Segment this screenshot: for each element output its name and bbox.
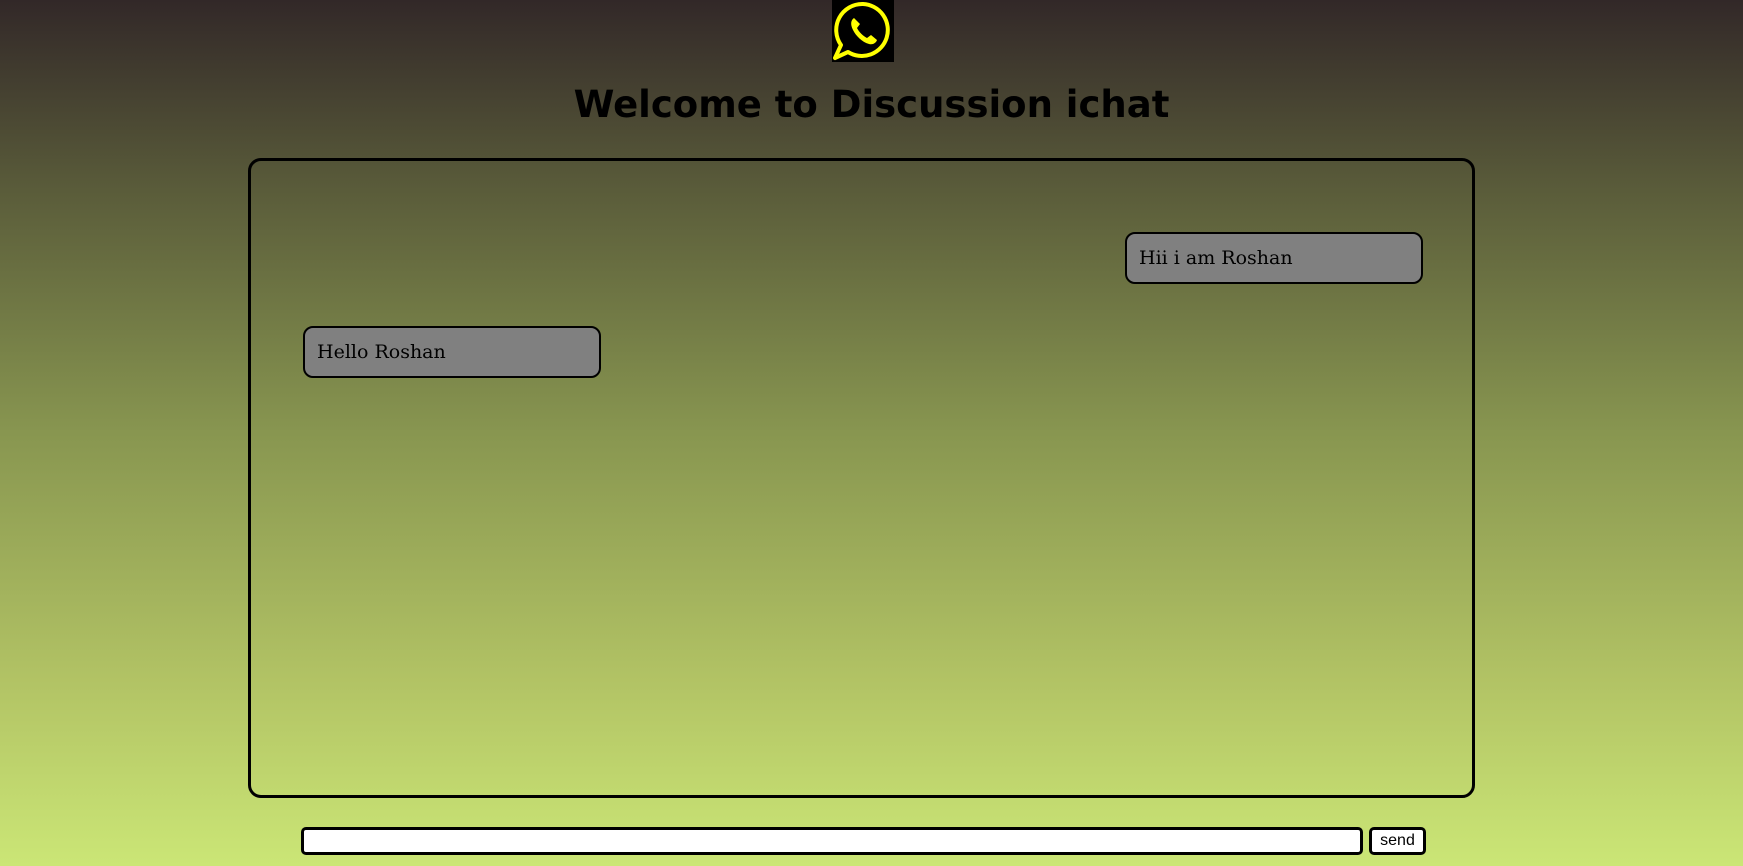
page-title: Welcome to Discussion ichat <box>573 83 1170 126</box>
message-outgoing: Hello Roshan <box>303 326 601 378</box>
app-logo <box>832 0 894 62</box>
message-composer: send <box>301 827 1426 855</box>
send-button[interactable]: send <box>1369 827 1426 855</box>
whatsapp-icon <box>832 0 894 62</box>
message-incoming: Hii i am Roshan <box>1125 232 1423 284</box>
message-input[interactable] <box>301 827 1363 855</box>
